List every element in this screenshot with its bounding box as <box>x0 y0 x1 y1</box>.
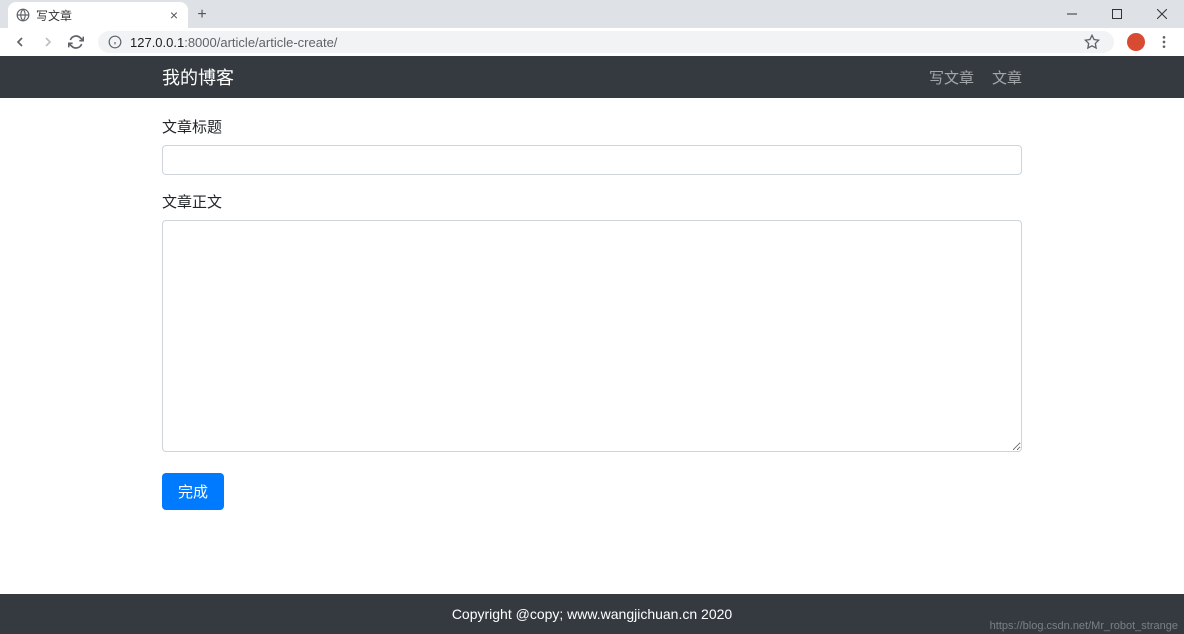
article-title-input[interactable] <box>162 145 1022 175</box>
browser-tab-active[interactable]: 写文章 × <box>8 2 188 28</box>
new-tab-button[interactable]: + <box>188 2 216 28</box>
nav-link-write[interactable]: 写文章 <box>929 67 974 88</box>
tab-title: 写文章 <box>36 7 162 24</box>
submit-button[interactable]: 完成 <box>162 473 224 510</box>
forward-button[interactable] <box>36 30 60 54</box>
minimize-button[interactable] <box>1049 0 1094 28</box>
browser-chrome: 写文章 × + 127.0.0.1:8000/artic <box>0 0 1184 56</box>
site-navbar: 我的博客 写文章 文章 <box>0 56 1184 98</box>
address-bar[interactable]: 127.0.0.1:8000/article/article-create/ <box>98 31 1114 53</box>
maximize-button[interactable] <box>1094 0 1139 28</box>
main-content: 文章标题 文章正文 完成 <box>0 98 1184 594</box>
nav-links: 写文章 文章 <box>929 67 1022 88</box>
footer-copyright: Copyright @copy; www.wangjichuan.cn 2020 <box>452 606 732 622</box>
title-label: 文章标题 <box>162 116 1022 137</box>
globe-icon <box>16 8 30 22</box>
site-footer: Copyright @copy; www.wangjichuan.cn 2020… <box>0 594 1184 634</box>
watermark-text: https://blog.csdn.net/Mr_robot_strange <box>990 620 1178 632</box>
bookmark-star-icon[interactable] <box>1080 30 1104 54</box>
window-controls <box>1049 0 1184 28</box>
site-info-icon[interactable] <box>108 35 122 49</box>
nav-link-articles[interactable]: 文章 <box>992 67 1022 88</box>
title-group: 文章标题 <box>162 116 1022 175</box>
back-button[interactable] <box>8 30 32 54</box>
body-group: 文章正文 <box>162 191 1022 457</box>
url-text: 127.0.0.1:8000/article/article-create/ <box>130 35 1072 50</box>
tab-strip: 写文章 × + <box>0 0 1184 28</box>
body-label: 文章正文 <box>162 191 1022 212</box>
reload-button[interactable] <box>64 30 88 54</box>
menu-icon[interactable] <box>1152 30 1176 54</box>
browser-toolbar: 127.0.0.1:8000/article/article-create/ <box>0 28 1184 56</box>
close-window-button[interactable] <box>1139 0 1184 28</box>
brand-title[interactable]: 我的博客 <box>162 64 234 90</box>
page-viewport: 我的博客 写文章 文章 文章标题 文章正文 完成 Copyright @copy… <box>0 56 1184 634</box>
article-body-textarea[interactable] <box>162 220 1022 452</box>
tab-close-button[interactable]: × <box>168 7 180 23</box>
extension-icon[interactable] <box>1124 30 1148 54</box>
